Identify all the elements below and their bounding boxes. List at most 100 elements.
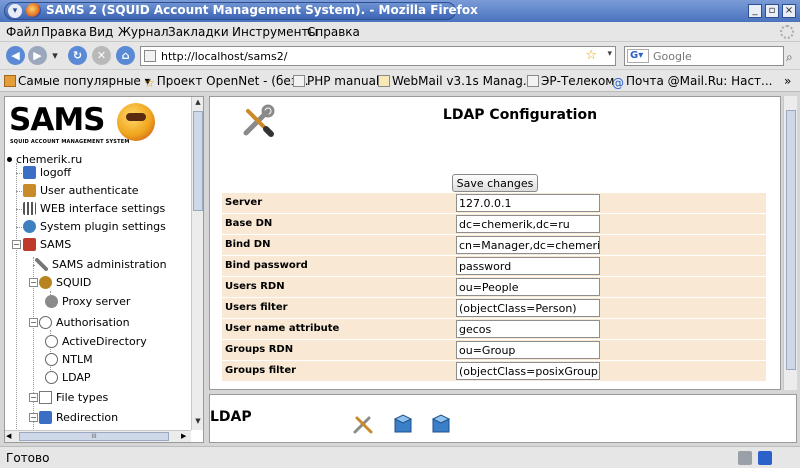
bookmark-webmail[interactable]: WebMail v3.1s Manag... bbox=[378, 74, 534, 88]
bookmark-mail-ru[interactable]: @ Почта @Mail.Ru: Наст... bbox=[612, 74, 772, 90]
tree-domain-label: chemerik.ru bbox=[16, 153, 83, 166]
bookmarks-overflow-button[interactable]: » bbox=[784, 74, 791, 88]
left-frame-scroll-thumb[interactable] bbox=[193, 111, 203, 211]
menu-history[interactable]: Журнал bbox=[118, 25, 169, 39]
tree-item-label: SAMS administration bbox=[52, 258, 167, 271]
menu-tools[interactable]: Инструменты bbox=[232, 25, 318, 39]
field-label: Base DN bbox=[225, 218, 273, 229]
field-label: Groups RDN bbox=[225, 344, 294, 355]
bookmark-most-visited[interactable]: Самые популярные ▾ bbox=[4, 74, 151, 88]
search-icon[interactable]: ⌕ bbox=[786, 50, 793, 65]
file-icon bbox=[39, 391, 52, 404]
bottom-title: LDAP bbox=[210, 409, 252, 425]
save-changes-button[interactable]: Save changes bbox=[452, 174, 538, 192]
close-button[interactable]: × bbox=[782, 4, 796, 18]
tree-item-file-types[interactable]: File types bbox=[39, 391, 108, 404]
tree-item-label: ActiveDirectory bbox=[62, 335, 147, 348]
tree-item-squid[interactable]: SQUID bbox=[39, 276, 91, 289]
menu-view[interactable]: Вид bbox=[89, 25, 113, 39]
tree-item-ntlm[interactable]: NTLM bbox=[45, 353, 93, 366]
status-mail-icon[interactable] bbox=[758, 451, 772, 465]
collapse-squid-icon[interactable]: − bbox=[29, 278, 38, 287]
collapse-file-types-icon[interactable]: − bbox=[29, 393, 38, 402]
groups-filter-input[interactable] bbox=[456, 362, 600, 380]
url-dropdown-icon[interactable]: ▾ bbox=[607, 49, 612, 59]
url-input[interactable] bbox=[161, 49, 561, 64]
scroll-up-icon[interactable]: ▲ bbox=[193, 98, 203, 109]
tree-item-label: System plugin settings bbox=[40, 220, 166, 233]
gears-icon bbox=[23, 220, 36, 233]
mail-icon bbox=[378, 75, 390, 87]
sams-mascot-icon bbox=[117, 103, 155, 141]
status-bar: Готово bbox=[0, 446, 800, 468]
tree-item-activedirectory[interactable]: ActiveDirectory bbox=[45, 335, 147, 348]
scroll-down-icon[interactable]: ▼ bbox=[193, 417, 203, 428]
search-input[interactable] bbox=[653, 49, 773, 64]
maximize-button[interactable]: ▫ bbox=[765, 4, 779, 18]
minimize-button[interactable]: _ bbox=[748, 4, 762, 18]
form-row-user-name-attribute: User name attribute bbox=[222, 319, 766, 339]
tree-item-label: Redirection bbox=[56, 411, 119, 424]
bookmark-label: PHP manual bbox=[307, 74, 380, 88]
tree-item-redirection[interactable]: Redirection bbox=[39, 411, 118, 424]
box-icon[interactable] bbox=[392, 413, 414, 435]
base-dn-input[interactable] bbox=[456, 215, 600, 233]
scroll-left-icon[interactable]: ◀ bbox=[6, 432, 11, 440]
menu-help[interactable]: Справка bbox=[307, 25, 360, 39]
tree-item-sams-administration[interactable]: SAMS administration bbox=[35, 258, 167, 271]
groups-rdn-input[interactable] bbox=[456, 341, 600, 359]
tree-item-proxy-server[interactable]: Proxy server bbox=[45, 295, 130, 308]
form-row-server: Server bbox=[222, 193, 766, 213]
bookmark-label: ЭР-Телеком bbox=[541, 74, 615, 88]
page-scroll-thumb[interactable] bbox=[786, 110, 796, 370]
bind-password-input[interactable] bbox=[456, 257, 600, 275]
menu-edit[interactable]: Правка bbox=[41, 25, 87, 39]
tree-item-web-interface-settings[interactable]: WEB interface settings bbox=[23, 202, 165, 215]
tree-item-label: User authenticate bbox=[40, 184, 139, 197]
forward-button[interactable]: ▶ bbox=[28, 46, 47, 65]
tree-item-sams[interactable]: SAMS bbox=[23, 238, 71, 251]
collapse-sams-icon[interactable]: − bbox=[12, 240, 21, 249]
tree-item-user-authenticate[interactable]: User authenticate bbox=[23, 184, 139, 197]
left-frame-vertical-scrollbar[interactable]: ▲ ▼ bbox=[191, 97, 203, 430]
bind-dn-input[interactable] bbox=[456, 236, 600, 254]
menu-file[interactable]: Файл bbox=[6, 25, 39, 39]
bookmark-star-icon[interactable]: ☆ bbox=[585, 48, 597, 63]
bookmark-php-manual[interactable]: PHP manual bbox=[293, 74, 379, 88]
menu-bookmarks[interactable]: Закладки bbox=[168, 25, 229, 39]
person-key-icon bbox=[39, 316, 52, 329]
field-label: Bind DN bbox=[225, 239, 271, 250]
tree-item-logoff[interactable]: logoff bbox=[23, 166, 71, 179]
window-menu-button[interactable]: ▾ bbox=[8, 4, 22, 18]
stop-button[interactable]: ✕ bbox=[92, 46, 111, 65]
tree-item-authorisation[interactable]: Authorisation bbox=[39, 316, 130, 329]
tools-icon[interactable] bbox=[352, 413, 374, 435]
lock-icon bbox=[23, 166, 36, 179]
back-button[interactable]: ◀ bbox=[6, 46, 25, 65]
users-filter-input[interactable] bbox=[456, 299, 600, 317]
left-frame-hscroll-thumb[interactable]: III bbox=[19, 432, 169, 441]
scroll-right-icon[interactable]: ▶ bbox=[181, 432, 186, 440]
reload-button[interactable]: ↻ bbox=[68, 46, 87, 65]
server-input[interactable] bbox=[456, 194, 600, 212]
history-dropdown-icon[interactable]: ▾ bbox=[50, 46, 60, 65]
page-vertical-scrollbar[interactable] bbox=[783, 96, 797, 390]
tree-item-ldap[interactable]: LDAP bbox=[45, 371, 91, 384]
status-extension-icon[interactable] bbox=[738, 451, 752, 465]
bookmark-er-telecom[interactable]: ЭР-Телеком bbox=[527, 74, 614, 88]
left-frame-horizontal-scrollbar[interactable]: ◀ III ▶ bbox=[5, 430, 191, 442]
tree-item-system-plugin-settings[interactable]: System plugin settings bbox=[23, 220, 166, 233]
search-engine-button[interactable]: G▾ bbox=[627, 49, 649, 63]
person-key-icon bbox=[45, 371, 58, 384]
bookmark-opennet[interactable]: ☆ Проект OpenNet - (без... bbox=[144, 74, 309, 90]
page-icon bbox=[527, 75, 539, 87]
user-name-attribute-input[interactable] bbox=[456, 320, 600, 338]
search-engine-drop-icon: ▾ bbox=[638, 50, 644, 61]
users-rdn-input[interactable] bbox=[456, 278, 600, 296]
home-button[interactable]: ⌂ bbox=[116, 46, 135, 65]
box-icon[interactable] bbox=[430, 413, 452, 435]
tree-domain[interactable]: chemerik.ru bbox=[7, 153, 82, 166]
menu-bar: Файл Правка Вид Журнал Закладки Инструме… bbox=[0, 22, 800, 42]
collapse-redirection-icon[interactable]: − bbox=[29, 413, 38, 422]
collapse-authorisation-icon[interactable]: − bbox=[29, 318, 38, 327]
